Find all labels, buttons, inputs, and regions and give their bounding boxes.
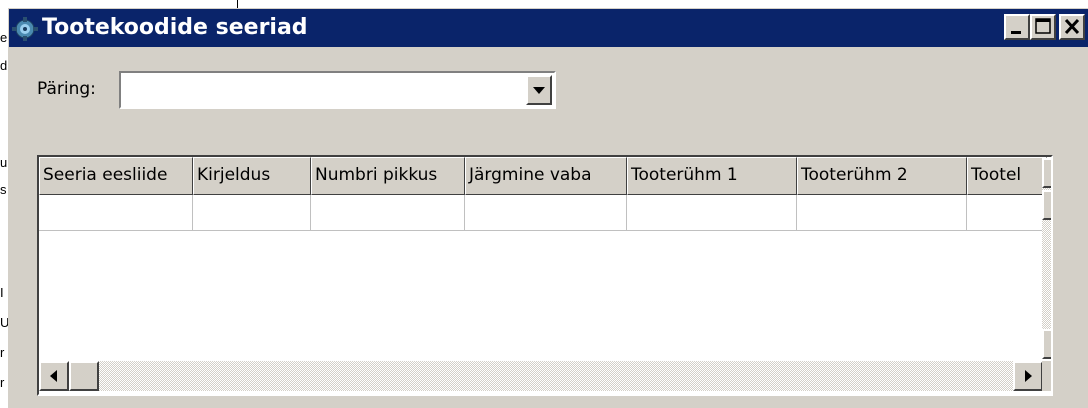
bg-fragment: I (0, 285, 4, 300)
scroll-down-icon (1044, 331, 1053, 357)
scroll-right-icon (1025, 370, 1032, 382)
grid-cell[interactable] (193, 195, 311, 231)
grid-cell[interactable] (465, 195, 627, 231)
grid-cell[interactable] (39, 195, 193, 231)
scroll-down-button[interactable] (1042, 329, 1053, 359)
scroll-up-icon (1044, 160, 1053, 186)
bg-fragment: d (0, 58, 8, 73)
column-header-kirjeldus[interactable]: Kirjeldus (193, 157, 311, 195)
column-header-tooteruhm-2[interactable]: Tooterühm 2 (797, 157, 967, 195)
close-button[interactable] (1059, 14, 1085, 40)
column-header-numbri-pikkus[interactable]: Numbri pikkus (311, 157, 465, 195)
scrollbar-corner (1042, 361, 1051, 391)
bg-fragment: r (0, 345, 5, 360)
minimize-icon (1011, 31, 1021, 34)
scroll-left-button[interactable] (39, 361, 69, 391)
app-icon[interactable] (12, 17, 38, 41)
bg-fragment: r (0, 375, 5, 390)
scroll-left-icon (50, 370, 57, 382)
title-bar[interactable]: Tootekoodide seeriad (9, 9, 1088, 47)
close-icon (1064, 18, 1080, 35)
minimize-button[interactable] (1004, 14, 1030, 40)
grid-cell[interactable] (967, 195, 1047, 231)
query-label: Päring: (37, 79, 96, 99)
grid-header: Seeria eesliide Kirjeldus Numbri pikkus … (39, 157, 1047, 195)
column-header-seeria-eesliide[interactable]: Seeria eesliide (39, 157, 193, 195)
horizontal-scroll-thumb[interactable] (69, 361, 99, 391)
query-dropdown-button[interactable] (526, 75, 552, 105)
horizontal-scrollbar[interactable] (39, 361, 1043, 391)
scroll-right-button[interactable] (1013, 361, 1043, 391)
scroll-up-button[interactable] (1042, 158, 1053, 188)
maximize-icon (1035, 18, 1051, 34)
grid-cell[interactable] (627, 195, 797, 231)
bg-fragment: s (0, 182, 7, 197)
maximize-button[interactable] (1030, 14, 1056, 40)
grid-cell[interactable] (797, 195, 967, 231)
bg-fragment: u (0, 155, 8, 170)
column-header-jargmine-vaba[interactable]: Järgmine vaba (465, 157, 627, 195)
column-header-tooteruhm-1[interactable]: Tooterühm 1 (627, 157, 797, 195)
table-row[interactable] (39, 195, 1047, 231)
vertical-scrollbar[interactable] (1042, 158, 1053, 359)
window-title: Tootekoodide seeriad (42, 15, 308, 40)
tootekoodide-window: Tootekoodide seeriad Päring: Seeria eesl… (8, 8, 1088, 408)
query-combobox[interactable] (119, 71, 556, 109)
series-grid[interactable]: Seeria eesliide Kirjeldus Numbri pikkus … (37, 155, 1053, 396)
bg-fragment: e (0, 30, 8, 45)
vertical-scroll-thumb[interactable] (1042, 190, 1051, 220)
grid-cell[interactable] (311, 195, 465, 231)
column-header-tootel[interactable]: Tootel (967, 157, 1047, 195)
dropdown-arrow-icon (533, 87, 545, 94)
